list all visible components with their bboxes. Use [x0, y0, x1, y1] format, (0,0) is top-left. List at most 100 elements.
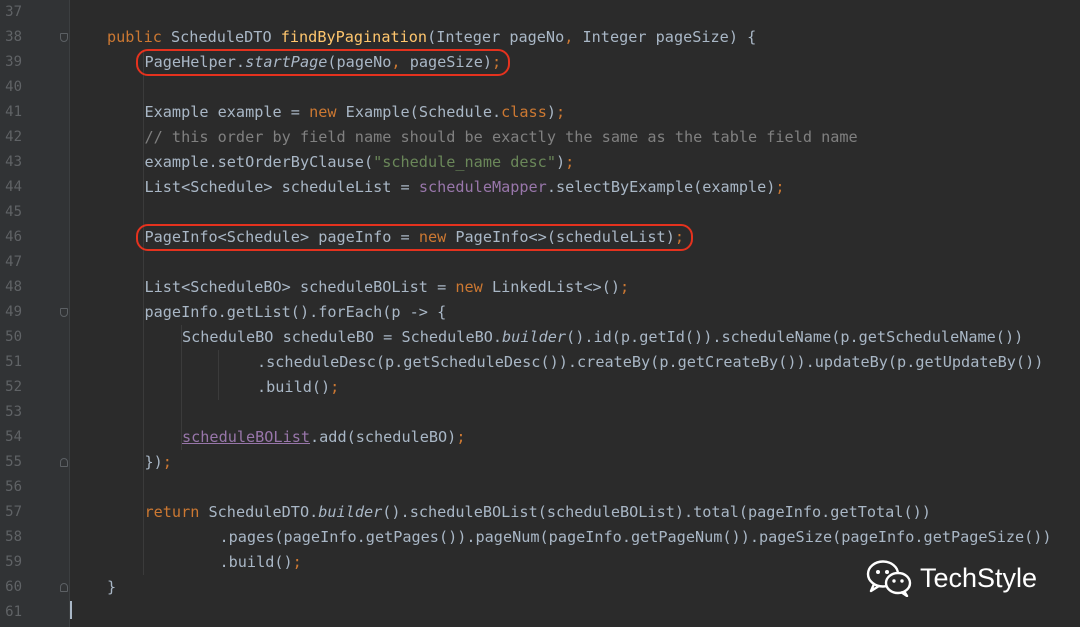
- code-text: scheduleBOList.add(scheduleBO);: [182, 425, 465, 450]
- code-token: List<Schedule> scheduleList =: [144, 178, 419, 196]
- code-line[interactable]: 58 .pages(pageInfo.getPages()).pageNum(pa…: [0, 525, 1080, 550]
- code-token: class: [501, 103, 547, 121]
- line-number: 46: [5, 229, 22, 245]
- line-number: 43: [5, 154, 22, 170]
- code-token: pageInfo.getList().forEach(p -> {: [144, 303, 447, 321]
- code-text: }: [107, 575, 116, 600]
- code-text: .pages(pageInfo.getPages()).pageNum(page…: [220, 525, 1052, 550]
- code-text: Example example = new Example(Schedule.c…: [145, 100, 566, 125]
- code-line[interactable]: 40: [0, 75, 1080, 100]
- code-text: .scheduleDesc(p.getScheduleDesc()).creat…: [257, 350, 1043, 375]
- code-token: .add(scheduleBO): [310, 428, 457, 446]
- code-line[interactable]: 61: [0, 600, 1080, 625]
- code-token: ScheduleBO scheduleBO = ScheduleBO.: [182, 328, 503, 346]
- code-token: ().id(p.getId()).scheduleName(p.getSched…: [566, 328, 1024, 346]
- code-token: .selectByExample(example): [546, 178, 776, 196]
- fold-start-icon[interactable]: [60, 308, 68, 317]
- code-line[interactable]: 38 public ScheduleDTO findByPagination(In…: [0, 25, 1080, 50]
- code-token: Integer pageSize) {: [582, 28, 757, 46]
- watermark: TechStyle: [866, 558, 1037, 598]
- line-number: 59: [5, 554, 22, 570]
- code-text: example.setOrderByClause("schedule_name …: [145, 150, 575, 175]
- code-token: public: [107, 28, 172, 46]
- code-line[interactable]: 52 .build();: [0, 375, 1080, 400]
- code-token: new: [309, 103, 346, 121]
- line-number: 50: [5, 329, 22, 345]
- code-line[interactable]: 37: [0, 0, 1080, 25]
- code-token: ;: [619, 278, 630, 296]
- line-number: 39: [5, 54, 22, 70]
- code-text: public ScheduleDTO findByPagination(Inte…: [107, 25, 756, 50]
- code-text: .build();: [220, 550, 302, 575]
- code-line[interactable]: 56: [0, 475, 1080, 500]
- line-number: 58: [5, 529, 22, 545]
- line-number: 53: [5, 404, 22, 420]
- code-token: .pages(pageInfo.getPages()).pageNum(page…: [219, 528, 1052, 546]
- code-token: example.setOrderByClause(: [144, 153, 374, 171]
- code-line[interactable]: 42 // this order by field name should be …: [0, 125, 1080, 150]
- code-token: new: [455, 278, 492, 296]
- code-line[interactable]: 41 Example example = new Example(Schedule…: [0, 100, 1080, 125]
- code-line[interactable]: 47: [0, 250, 1080, 275]
- code-token: ScheduleDTO.: [208, 503, 319, 521]
- code-line[interactable]: 50 ScheduleBO scheduleBO = ScheduleBO.bui…: [0, 325, 1080, 350]
- fold-end-icon[interactable]: [60, 458, 68, 467]
- line-number: 41: [5, 104, 22, 120]
- indent-guide: [218, 350, 219, 400]
- code-token: ;: [456, 428, 466, 446]
- code-token: ,: [564, 28, 583, 46]
- code-text: List<ScheduleBO> scheduleBOList = new Li…: [145, 275, 630, 300]
- line-number: 37: [5, 4, 22, 20]
- watermark-text: TechStyle: [920, 562, 1038, 593]
- code-token: }: [107, 578, 117, 596]
- code-token: Example(Schedule.: [345, 103, 502, 121]
- code-token: builder: [318, 503, 383, 521]
- code-line[interactable]: 53: [0, 400, 1080, 425]
- code-token: findByPagination: [280, 28, 428, 46]
- code-token: // this order by field name should be ex…: [144, 128, 858, 146]
- fold-start-icon[interactable]: [60, 33, 68, 42]
- highlight-box: [135, 49, 511, 76]
- highlight-box: [135, 224, 693, 251]
- line-number: 44: [5, 179, 22, 195]
- code-token: scheduleBOList: [182, 428, 311, 446]
- code-line[interactable]: 45: [0, 200, 1080, 225]
- line-number: 54: [5, 429, 22, 445]
- fold-end-icon[interactable]: [60, 583, 68, 592]
- code-text: });: [145, 450, 172, 475]
- code-line[interactable]: 48 List<ScheduleBO> scheduleBOList = new …: [0, 275, 1080, 300]
- code-line[interactable]: 55});: [0, 450, 1080, 475]
- line-number: 47: [5, 254, 22, 270]
- code-token: }): [144, 453, 163, 471]
- code-token: ;: [556, 103, 566, 121]
- code-text: // this order by field name should be ex…: [145, 125, 858, 150]
- line-number: 48: [5, 279, 22, 295]
- code-token: ;: [775, 178, 785, 196]
- code-token: .scheduleDesc(p.getScheduleDesc()).creat…: [257, 353, 1044, 371]
- code-token: "schedule_name desc": [373, 153, 556, 171]
- line-number: 45: [5, 204, 22, 220]
- code-editor[interactable]: 37 38 public ScheduleDTO findByPagination(…: [0, 0, 1080, 627]
- code-line[interactable]: 54 scheduleBOList.add(scheduleBO);: [0, 425, 1080, 450]
- line-number: 52: [5, 379, 22, 395]
- code-text: return ScheduleDTO.builder().scheduleBOL…: [145, 500, 931, 525]
- code-line[interactable]: 44 List<Schedule> scheduleList = schedule…: [0, 175, 1080, 200]
- code-token: List<ScheduleBO> scheduleBOList =: [144, 278, 456, 296]
- code-line[interactable]: 43 example.setOrderByClause("schedule_nam…: [0, 150, 1080, 175]
- code-text: List<Schedule> scheduleList = scheduleMa…: [145, 175, 785, 200]
- line-number: 49: [5, 304, 22, 320]
- code-token: .build(): [219, 553, 293, 571]
- code-token: .build(): [257, 378, 331, 396]
- code-token: ): [546, 103, 556, 121]
- line-number: 60: [5, 579, 22, 595]
- code-token: ().scheduleBOList(scheduleBOList).total(…: [382, 503, 931, 521]
- code-token: ;: [565, 153, 575, 171]
- line-number: 55: [5, 454, 22, 470]
- code-text: pageInfo.getList().forEach(p -> {: [145, 300, 447, 325]
- code-line[interactable]: 51 .scheduleDesc(p.getScheduleDesc()).cre…: [0, 350, 1080, 375]
- line-number: 40: [5, 79, 22, 95]
- line-number: 56: [5, 479, 22, 495]
- code-token: ;: [162, 453, 172, 471]
- code-line[interactable]: 49 pageInfo.getList().forEach(p -> {: [0, 300, 1080, 325]
- code-line[interactable]: 57 return ScheduleDTO.builder().scheduleB…: [0, 500, 1080, 525]
